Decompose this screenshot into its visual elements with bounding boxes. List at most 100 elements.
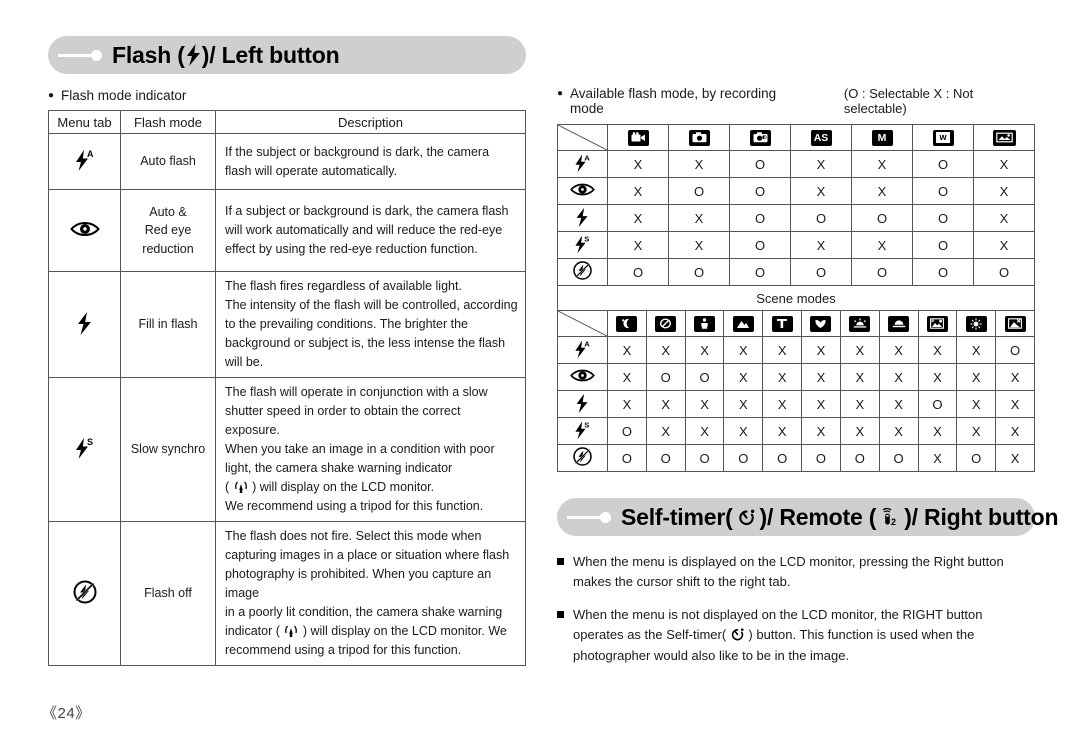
w-mode-icon: w [932,129,954,146]
availability-cell: O [729,150,791,178]
legend-label: (O : Selectable X : Not selectable) [843,86,974,116]
available-flash-mode-bullet: ● Available flash mode, by recording mod… [557,86,1035,116]
availability-cell: X [607,363,647,391]
column-header-program-camera [729,124,791,151]
availability-cell: O [851,258,913,286]
header-description: Description [215,110,526,134]
header-flash-mode: Flash mode [120,110,216,134]
square-bullet-icon [557,558,564,565]
red-eye-icon [557,177,608,205]
availability-cell: O [878,444,919,472]
column-header-backlight [917,310,958,337]
flash-fill-icon [557,204,608,232]
mode-name-cell: Auto flash [120,133,216,190]
column-header-scene-mode [973,124,1035,151]
availability-cell: O [801,444,841,472]
column-header-fireworks [956,310,997,337]
availability-cell: X [723,390,764,418]
description-cell: The flash fires regardless of available … [215,271,526,378]
svg-text:A: A [584,153,590,162]
right-column: ● Available flash mode, by recording mod… [557,86,1059,679]
availability-cell: X [607,336,647,364]
availability-cell: O [912,177,974,205]
description-cell: The flash will operate in conjunction wi… [215,377,526,522]
backlight-icon [926,315,948,332]
availability-cell: O [912,258,974,286]
mode-name-cell: Fill in flash [120,271,216,378]
table-row: AXXOXXOX [557,150,1035,178]
availability-cell: X [995,363,1035,391]
table-row: Fill in flash The flash fires regardless… [48,271,526,378]
flash-mode-indicator-label: Flash mode indicator [61,88,187,103]
availability-cell: O [684,363,725,391]
flash-section-banner: Flash ( )/ Left button [48,36,526,74]
column-header-night [607,310,647,337]
availability-cell: O [973,258,1035,286]
table-row: XXXXXXXXOXX [557,390,1035,418]
flash-bolt-icon [186,44,201,66]
availability-cell: X [917,444,958,472]
text-icon [771,315,793,332]
table-row: OOOOOOOOXOX [557,444,1035,472]
availability-cell: X [668,150,730,178]
scene-mode-header-row [557,310,1035,337]
table-row: XOOXXOX [557,177,1035,205]
description-cell: The flash does not fire. Select this mod… [215,521,526,666]
availability-cell: O [912,231,974,259]
table-row: XXOOOOX [557,204,1035,232]
left-column: Flash ( )/ Left button ● Flash mode indi… [48,36,526,666]
availability-cell: O [645,444,686,472]
fireworks-icon [965,315,987,332]
availability-cell: O [729,231,791,259]
availability-cell: O [607,258,669,286]
availability-cell: X [851,231,913,259]
scene-modes-title-row: Scene modes [557,285,1035,311]
availability-cell: X [684,390,725,418]
description-cell: If a subject or background is dark, the … [215,189,526,272]
column-header-children [684,310,725,337]
column-header-close-up [801,310,841,337]
table-row: Flash off The flash does not fire. Selec… [48,521,526,666]
flash-off-icon [557,444,608,472]
availability-cell: X [607,150,669,178]
flash-auto-icon: A [48,133,121,190]
movie-clip-icon [627,129,649,146]
availability-cell: X [839,336,880,364]
column-header-landscape [723,310,764,337]
dawn-icon [888,315,910,332]
self-timer-notes: When the menu is displayed on the LCD mo… [557,552,1035,666]
bullet-dot-icon: ● [557,88,564,99]
flash-mode-table: Menu tab Flash mode Description A Auto f… [48,110,526,666]
svg-text:S: S [584,234,589,243]
availability-cell: X [607,231,669,259]
flash-slow-sync-icon: S [557,417,608,445]
availability-cell: X [956,417,997,445]
table-row: SOXXXXXXXXXX [557,417,1035,445]
description-cell: If the subject or background is dark, th… [215,133,526,190]
table-header-row: Menu tab Flash mode Description [48,110,526,134]
flash-fill-icon [557,390,608,418]
mode-name-cell: Auto & Red eye reduction [120,189,216,272]
scene-mode-body: AXXXXXXXXXXOXOOXXXXXXXXXXXXXXXXOXXSOXXXX… [557,336,1035,472]
availability-cell: O [729,204,791,232]
availability-cell: X [973,150,1035,178]
banner-title-before: Flash ( [112,41,185,68]
as-mode-icon: AS [810,129,832,146]
availability-cell: O [729,258,791,286]
availability-cell: O [956,444,997,472]
manual-mode-icon: M [871,129,893,146]
children-icon [694,315,716,332]
availability-cell: X [973,204,1035,232]
diagonal-corner-cell [557,310,608,337]
scene-mode-icon [992,129,1016,146]
availability-cell: X [878,336,919,364]
scene-mode-table: Scene modes A X X X X X X X X X X O X O … [557,285,1035,472]
availability-cell: X [645,390,686,418]
table-row: Auto & Red eye reduction If a subject or… [48,189,526,272]
availability-cell: X [684,336,725,364]
availability-cell: X [878,390,919,418]
column-header-as-mode: AS [790,124,852,151]
column-header-beach-snow [995,310,1035,337]
availability-cell: X [851,150,913,178]
self-timer-icon [737,508,756,527]
